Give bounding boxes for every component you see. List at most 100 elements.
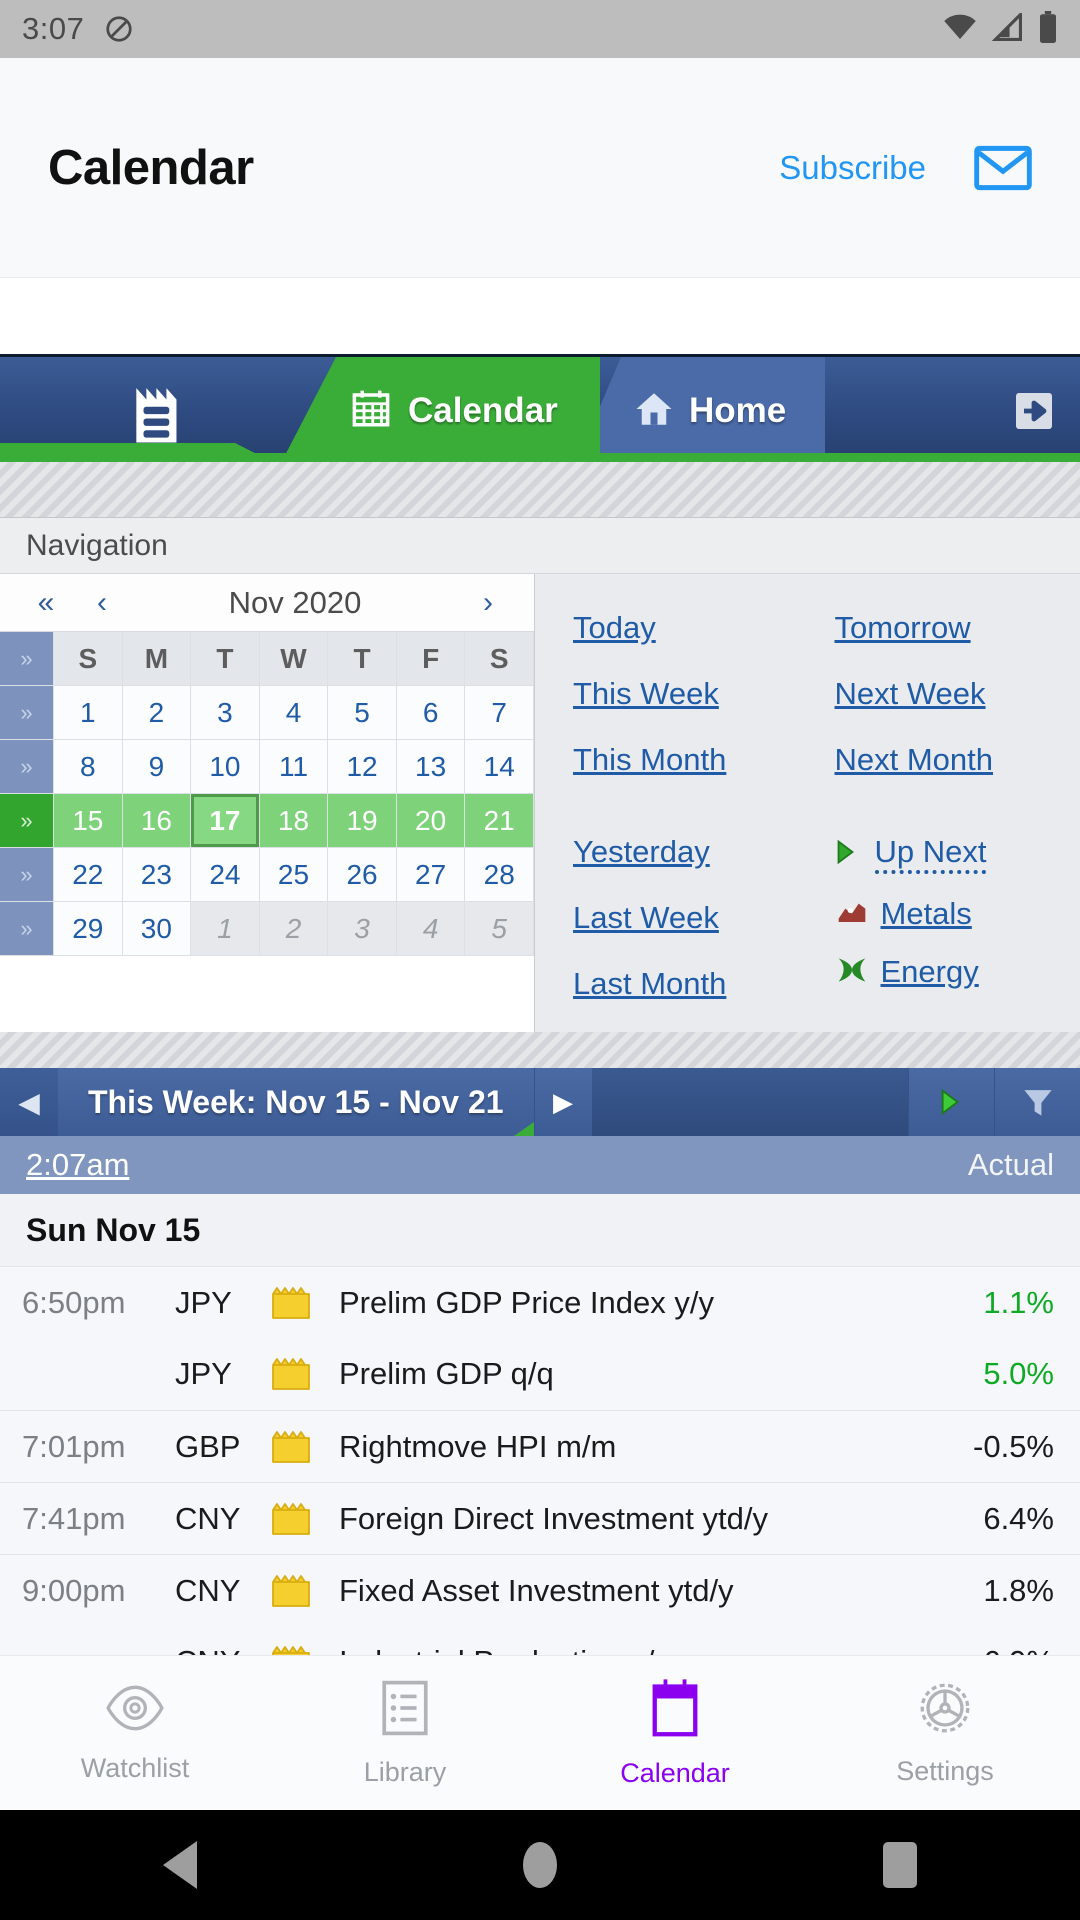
chevron-right-icon[interactable]: › xyxy=(460,586,516,620)
quick-link-energy-row[interactable]: Energy xyxy=(835,954,1080,990)
event-row[interactable]: 7:01pm GBP Rightmove HPI m/m -0.5% xyxy=(0,1410,1080,1482)
event-row[interactable]: JPY Prelim GDP q/q 5.0% xyxy=(0,1338,1080,1410)
calendar-day[interactable]: 17 xyxy=(191,794,260,848)
quick-link-this-month[interactable]: This Month xyxy=(573,742,726,778)
calendar-day[interactable]: 28 xyxy=(465,848,534,902)
bottom-tab-library[interactable]: Library xyxy=(270,1678,540,1788)
quick-link-last-month[interactable]: Last Month xyxy=(573,966,726,1002)
week-select-3[interactable]: » xyxy=(0,848,54,902)
quick-link-up-next[interactable]: Up Next xyxy=(874,834,987,874)
mini-calendar: « ‹ Nov 2020 › » S M T W T F S» 1 2 3 4 5 6 7» 8 9 10 11 12… xyxy=(0,574,535,1032)
calendar-day[interactable]: 8 xyxy=(54,740,123,794)
mini-calendar-grid[interactable]: » S M T W T F S» 1 2 3 4 5 6 7» 8 9 10 11 12 13 14» 15 16 17 18 19… xyxy=(0,632,534,956)
calendar-day[interactable]: 11 xyxy=(259,740,329,794)
calendar-day[interactable]: 2 xyxy=(259,902,329,956)
calendar-day[interactable]: 5 xyxy=(465,902,534,956)
calendar-day[interactable]: 19 xyxy=(328,794,397,848)
week-select-all[interactable]: » xyxy=(0,632,54,686)
double-chevron-left-icon[interactable]: « xyxy=(18,586,74,620)
gear-icon xyxy=(916,1679,974,1742)
calendar-day[interactable]: 25 xyxy=(259,848,329,902)
current-time-link[interactable]: 2:07am xyxy=(26,1147,129,1183)
event-row[interactable]: 7:41pm CNY Foreign Direct Investment ytd/y… xyxy=(0,1482,1080,1554)
calendar-icon xyxy=(350,388,392,435)
event-name: Foreign Direct Investment ytd/y xyxy=(339,1500,768,1536)
calendar-day[interactable]: 14 xyxy=(465,740,534,794)
bottom-tab-settings-label: Settings xyxy=(896,1756,994,1786)
calendar-day[interactable]: 24 xyxy=(191,848,260,902)
events-table-header: 2:07am Actual xyxy=(0,1136,1080,1194)
quick-link-up-next-row[interactable]: Up Next xyxy=(835,834,1080,874)
calendar-day[interactable]: 4 xyxy=(259,686,329,740)
bottom-tab-settings[interactable]: Settings xyxy=(810,1679,1080,1787)
chevron-left-icon[interactable]: ‹ xyxy=(74,586,130,620)
calendar-day[interactable]: 21 xyxy=(465,794,534,848)
week-select-4[interactable]: » xyxy=(0,902,54,956)
energy-icon xyxy=(835,955,869,990)
quick-link-last-week[interactable]: Last Week xyxy=(573,900,719,936)
tab-calendar[interactable]: Calendar xyxy=(280,357,600,462)
quick-links-left-column: Today This Week This Month Yesterday Las… xyxy=(535,610,819,1032)
next-week-button[interactable]: ▶ xyxy=(533,1068,592,1136)
quick-links-right-column: Tomorrow Next Week Next Month Up Next Me… xyxy=(819,610,1080,1032)
event-row[interactable]: 6:50pm JPY Prelim GDP Price Index y/y 1.1% xyxy=(0,1266,1080,1338)
home-pill-icon[interactable] xyxy=(360,1842,720,1888)
calendar-day[interactable]: 2 xyxy=(122,686,192,740)
calendar-day[interactable]: 1 xyxy=(191,902,260,956)
event-currency: GBP xyxy=(175,1428,241,1464)
calendar-day[interactable]: 29 xyxy=(54,902,123,956)
bottom-tab-watchlist-label: Watchlist xyxy=(80,1753,190,1783)
back-icon[interactable] xyxy=(0,1841,360,1889)
green-play-icon[interactable] xyxy=(908,1068,994,1136)
quick-link-metals[interactable]: Metals xyxy=(881,896,972,932)
calendar-day[interactable]: 27 xyxy=(396,848,466,902)
quick-link-next-month[interactable]: Next Month xyxy=(835,742,994,778)
calendar-day[interactable]: 20 xyxy=(396,794,466,848)
calendar-day[interactable]: 3 xyxy=(328,902,397,956)
calendar-day[interactable]: 5 xyxy=(328,686,397,740)
calendar-day[interactable]: 22 xyxy=(54,848,123,902)
navigation-title: Navigation xyxy=(0,518,1080,574)
bottom-tab-watchlist[interactable]: Watchlist xyxy=(0,1682,270,1784)
recents-icon[interactable] xyxy=(720,1842,1080,1888)
bottom-tab-library-label: Library xyxy=(363,1757,447,1787)
app-header: Calendar Subscribe xyxy=(0,58,1080,278)
subscribe-button[interactable]: Subscribe xyxy=(779,149,926,187)
event-actual: 1.8% xyxy=(983,1572,1054,1608)
quick-link-metals-row[interactable]: Metals xyxy=(835,896,1080,932)
calendar-day[interactable]: 26 xyxy=(328,848,397,902)
quick-link-next-week[interactable]: Next Week xyxy=(835,676,986,712)
calendar-day[interactable]: 12 xyxy=(328,740,397,794)
event-row[interactable]: 9:00pm CNY Fixed Asset Investment ytd/y 1.8… xyxy=(0,1554,1080,1626)
green-play-icon xyxy=(835,838,863,871)
quick-link-this-week[interactable]: This Week xyxy=(573,676,719,712)
quick-link-energy[interactable]: Energy xyxy=(881,954,979,990)
quick-link-tomorrow[interactable]: Tomorrow xyxy=(835,610,971,646)
calendar-day[interactable]: 3 xyxy=(191,686,260,740)
week-select-1[interactable]: » xyxy=(0,740,54,794)
tab-home[interactable]: Home xyxy=(575,357,825,462)
calendar-day[interactable]: 16 xyxy=(122,794,192,848)
event-currency: CNY xyxy=(175,1572,241,1608)
quick-link-yesterday[interactable]: Yesterday xyxy=(573,834,710,870)
calendar-day[interactable]: 7 xyxy=(465,686,534,740)
logout-icon[interactable] xyxy=(1010,387,1058,435)
week-select-0[interactable]: » xyxy=(0,686,54,740)
calendar-day[interactable]: 23 xyxy=(122,848,192,902)
calendar-day[interactable]: 4 xyxy=(396,902,466,956)
bottom-tab-calendar[interactable]: Calendar xyxy=(540,1677,810,1789)
calendar-day[interactable]: 15 xyxy=(54,794,123,848)
funnel-icon[interactable] xyxy=(994,1068,1080,1136)
calendar-day[interactable]: 13 xyxy=(396,740,466,794)
calendar-day[interactable]: 9 xyxy=(122,740,192,794)
envelope-icon[interactable] xyxy=(974,139,1032,197)
calendar-day[interactable]: 10 xyxy=(191,740,260,794)
calendar-day[interactable]: 30 xyxy=(122,902,192,956)
prev-week-button[interactable]: ◀ xyxy=(0,1068,58,1136)
week-select-2[interactable]: » xyxy=(0,794,54,848)
calendar-day[interactable]: 1 xyxy=(54,686,123,740)
calendar-day[interactable]: 18 xyxy=(259,794,329,848)
calendar-day[interactable]: 6 xyxy=(396,686,466,740)
event-time: 7:01pm xyxy=(22,1428,126,1464)
quick-link-today[interactable]: Today xyxy=(573,610,656,646)
